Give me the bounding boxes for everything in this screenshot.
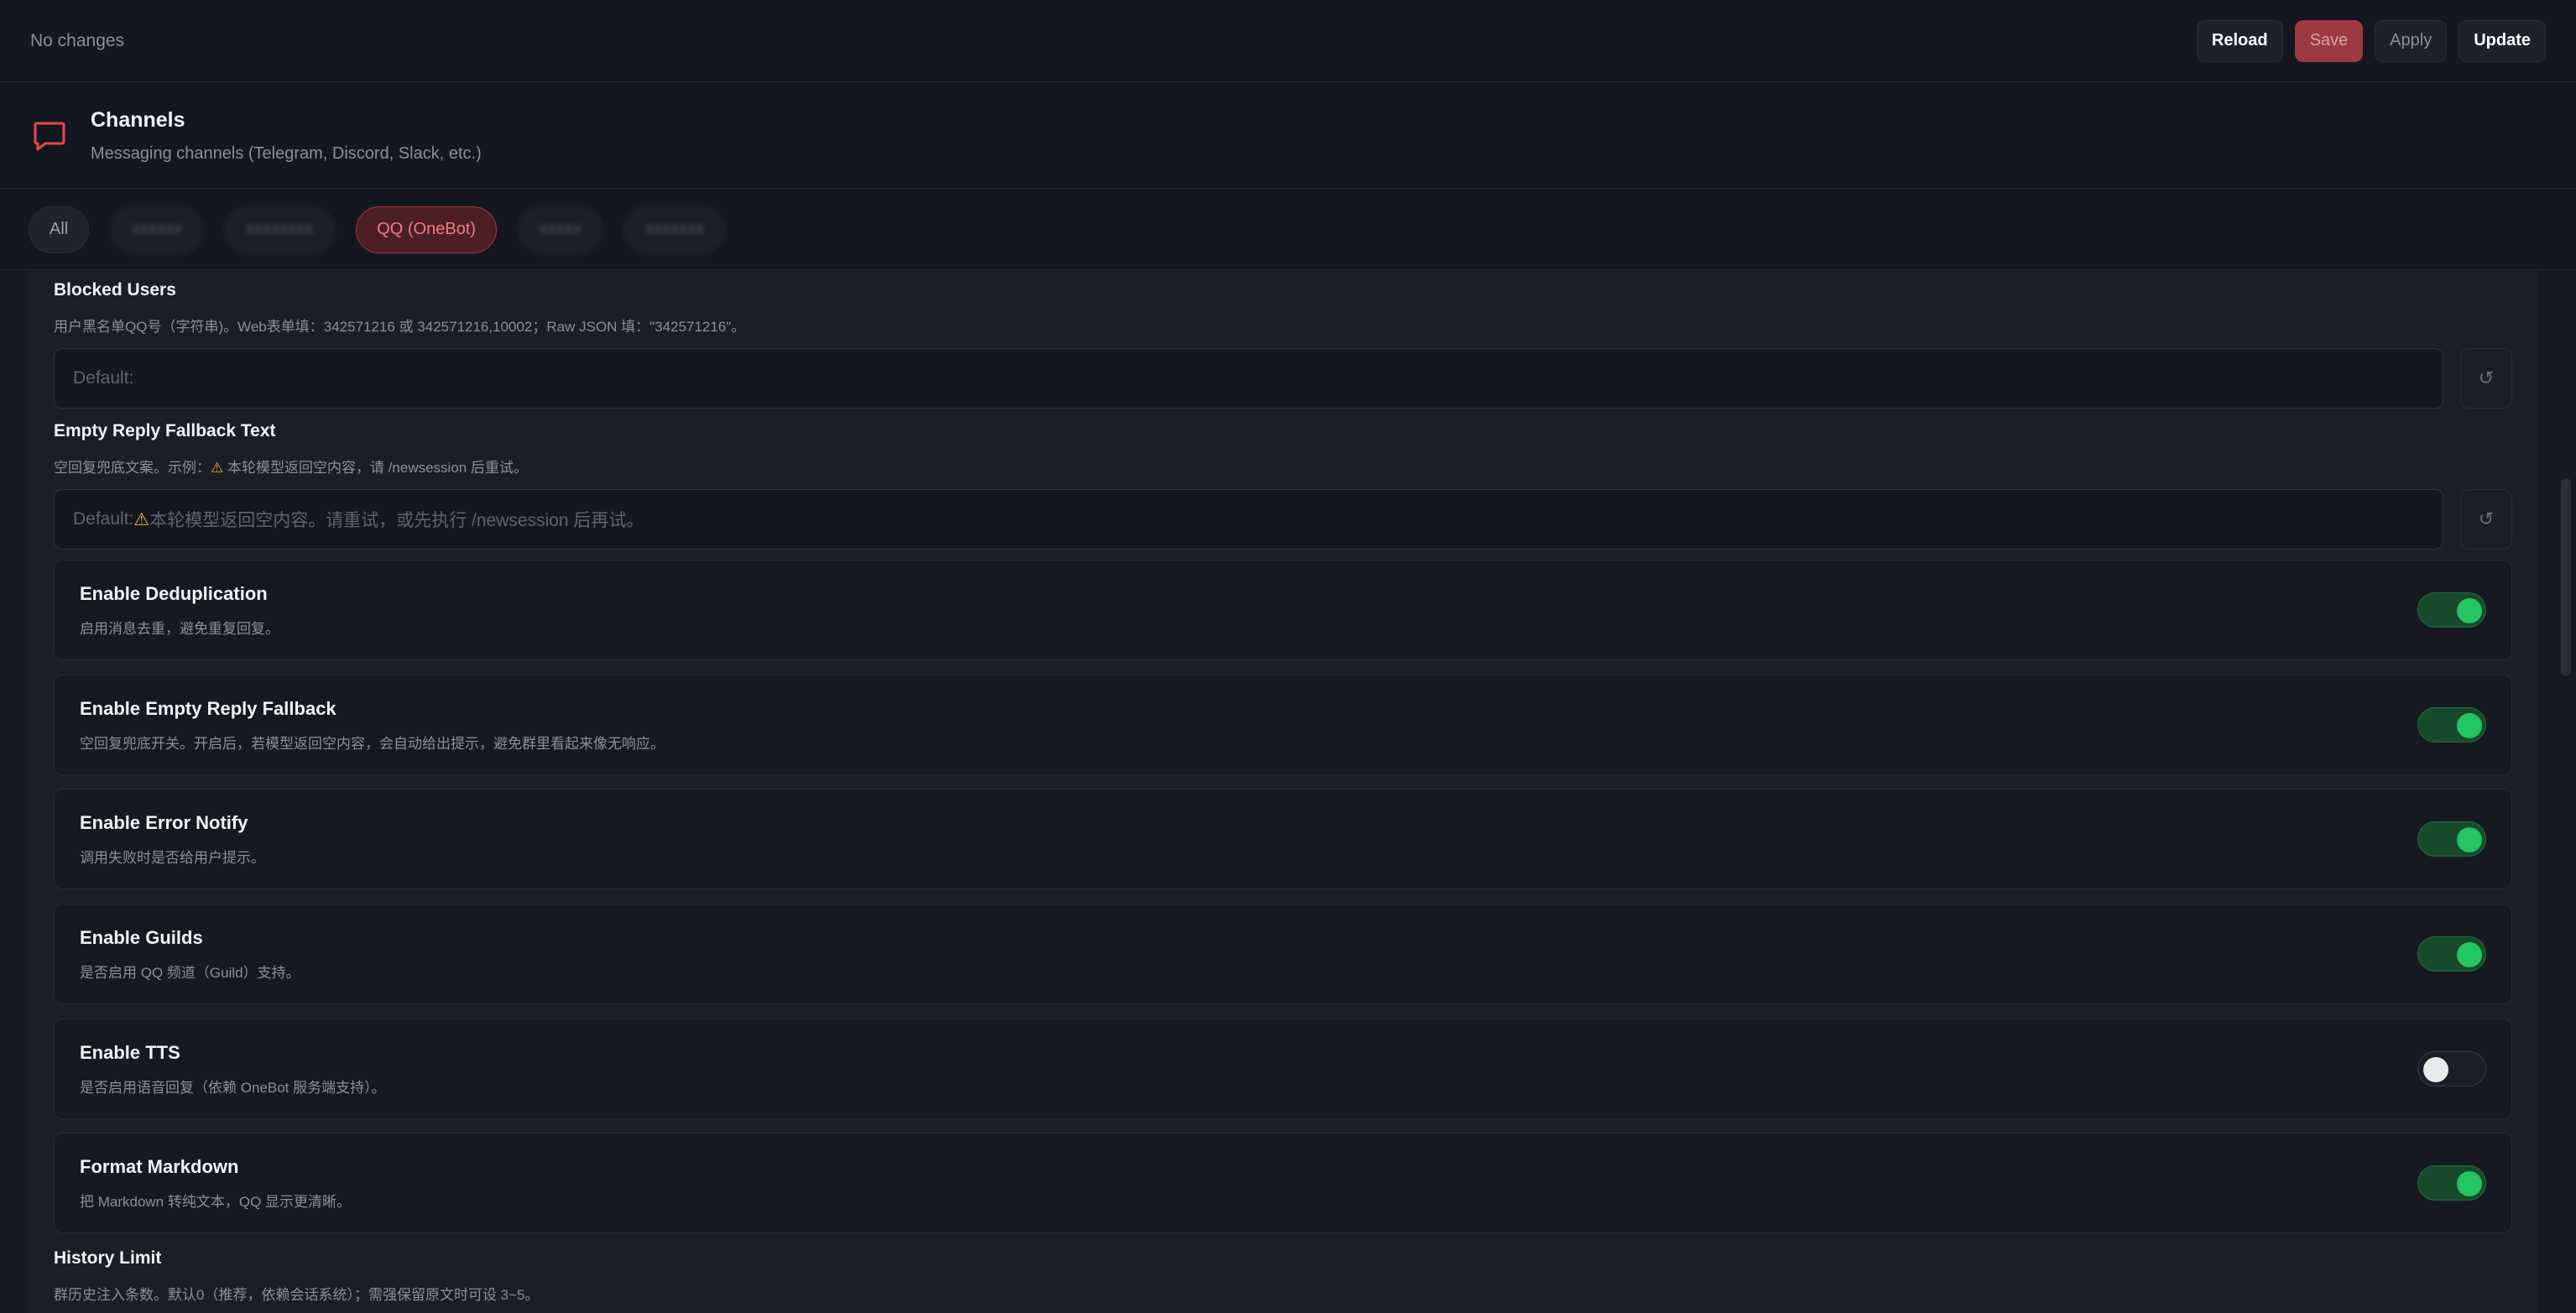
toggle-card-empty-reply-fallback: Enable Empty Reply Fallback 空回复兜底开关。开启后，… — [54, 675, 2512, 775]
reload-button[interactable]: Reload — [2196, 19, 2283, 62]
action-buttons: Reload Save Apply Update — [2196, 19, 2546, 62]
desc-suffix: 本轮模型返回空内容，请 /newsession 后重试。 — [223, 460, 528, 476]
toggle-description: 是否启用语音回复（依赖 OneBot 服务端支持）。 — [80, 1079, 386, 1096]
toggle-switch[interactable] — [2417, 821, 2486, 857]
message-icon — [34, 122, 65, 150]
toggle-card-tts: Enable TTS 是否启用语音回复（依赖 OneBot 服务端支持）。 — [54, 1019, 2512, 1119]
apply-button[interactable]: Apply — [2375, 19, 2448, 62]
toggle-description: 启用消息去重，避免重复回复。 — [80, 620, 279, 637]
channel-tabs: All xxxxxx xxxxxxxx QQ (OneBot) xxxxx xx… — [0, 190, 2576, 270]
toggle-description: 空回复兜底开关。开启后，若模型返回空内容，会自动给出提示，避免群里看起来像无响应… — [80, 735, 665, 752]
empty-reply-text-input[interactable]: Default: ⚠ 本轮模型返回空内容。请重试，或先执行 /newsessio… — [54, 489, 2443, 550]
toggle-knob — [2423, 1057, 2448, 1082]
toggle-switch[interactable] — [2417, 592, 2486, 628]
toggle-knob — [2457, 827, 2482, 852]
toggle-label: Enable Empty Reply Fallback — [80, 697, 336, 719]
placeholder-suffix: 本轮模型返回空内容。请重试，或先执行 /newsession 后再试。 — [149, 511, 644, 530]
toggle-switch[interactable] — [2417, 707, 2486, 742]
toggle-card-error-notify: Enable Error Notify 调用失败时是否给用户提示。 — [54, 789, 2512, 889]
warning-icon: ⚠ — [211, 460, 224, 476]
section-subtitle: Messaging channels (Telegram, Discord, S… — [91, 143, 482, 163]
toggle-description: 是否启用 QQ 频道（Guild）支持。 — [80, 964, 300, 981]
tab-blurred-3[interactable]: xxxxx — [519, 206, 603, 253]
settings-panel: Blocked Users 用户黑名单QQ号（字符串)。Web表单填：34257… — [29, 270, 2537, 1313]
tab-blurred-1[interactable]: xxxxxx — [111, 206, 204, 253]
scrollbar[interactable] — [2561, 478, 2571, 676]
field-blocked-users: Blocked Users 用户黑名单QQ号（字符串)。Web表单填：34257… — [54, 280, 2512, 409]
field-label: History Limit — [54, 1248, 162, 1268]
tab-qq-onebot[interactable]: QQ (OneBot) — [356, 206, 498, 253]
toggle-card-guilds: Enable Guilds 是否启用 QQ 频道（Guild）支持。 — [54, 904, 2512, 1004]
toggle-switch[interactable] — [2417, 936, 2486, 972]
toggle-switch[interactable] — [2417, 1051, 2486, 1086]
field-description: 空回复兜底文案。示例：⚠ 本轮模型返回空内容，请 /newsession 后重试… — [54, 456, 2512, 477]
update-button[interactable]: Update — [2459, 19, 2546, 62]
save-button[interactable]: Save — [2294, 19, 2364, 62]
field-description: 群历史注入条数。默认0（推荐，依赖会话系统）；需强保留原文时可设 3~5。 — [54, 1287, 540, 1303]
blocked-users-input[interactable]: Default: — [54, 348, 2443, 409]
placeholder-prefix: Default: — [73, 509, 134, 529]
field-description: 用户黑名单QQ号（字符串)。Web表单填：342571216 或 3425712… — [54, 319, 746, 335]
section-header: Channels Messaging channels (Telegram, D… — [0, 83, 2576, 189]
toggle-description: 调用失败时是否给用户提示。 — [80, 849, 265, 866]
change-status: No changes — [30, 30, 125, 50]
toggle-knob — [2457, 942, 2482, 967]
top-bar: No changes Reload Save Apply Update — [0, 0, 2576, 82]
toggle-knob — [2457, 1171, 2482, 1196]
toggle-switch[interactable] — [2417, 1165, 2486, 1201]
toggle-label: Enable TTS — [80, 1041, 180, 1063]
field-label: Blocked Users — [54, 280, 176, 300]
reset-icon[interactable]: ↺ — [2460, 348, 2512, 409]
section-title: Channels — [91, 107, 185, 132]
field-empty-reply-text: Empty Reply Fallback Text 空回复兜底文案。示例：⚠ 本… — [54, 421, 2512, 550]
warning-icon: ⚠ — [133, 509, 150, 529]
section-text: Channels Messaging channels (Telegram, D… — [91, 108, 482, 164]
tab-blurred-2[interactable]: xxxxxxxx — [225, 206, 335, 253]
reset-icon[interactable]: ↺ — [2460, 489, 2512, 550]
toggle-description: 把 Markdown 转纯文本，QQ 显示更清晰。 — [80, 1193, 352, 1210]
toggle-knob — [2457, 713, 2482, 738]
field-label: Empty Reply Fallback Text — [54, 421, 276, 440]
field-history-limit: History Limit 群历史注入条数。默认0（推荐，依赖会话系统）；需强保… — [54, 1248, 2512, 1304]
toggle-card-deduplication: Enable Deduplication 启用消息去重，避免重复回复。 — [54, 560, 2512, 660]
tab-blurred-4[interactable]: xxxxxxx — [624, 206, 726, 253]
toggle-knob — [2457, 598, 2482, 623]
toggle-label: Format Markdown — [80, 1155, 239, 1177]
tab-all[interactable]: All — [29, 206, 90, 253]
toggle-label: Enable Deduplication — [80, 582, 268, 604]
toggle-label: Enable Guilds — [80, 926, 203, 948]
desc-prefix: 空回复兜底文案。示例： — [54, 460, 211, 476]
toggle-card-format-markdown: Format Markdown 把 Markdown 转纯文本，QQ 显示更清晰… — [54, 1133, 2512, 1233]
toggle-label: Enable Error Notify — [80, 811, 248, 833]
